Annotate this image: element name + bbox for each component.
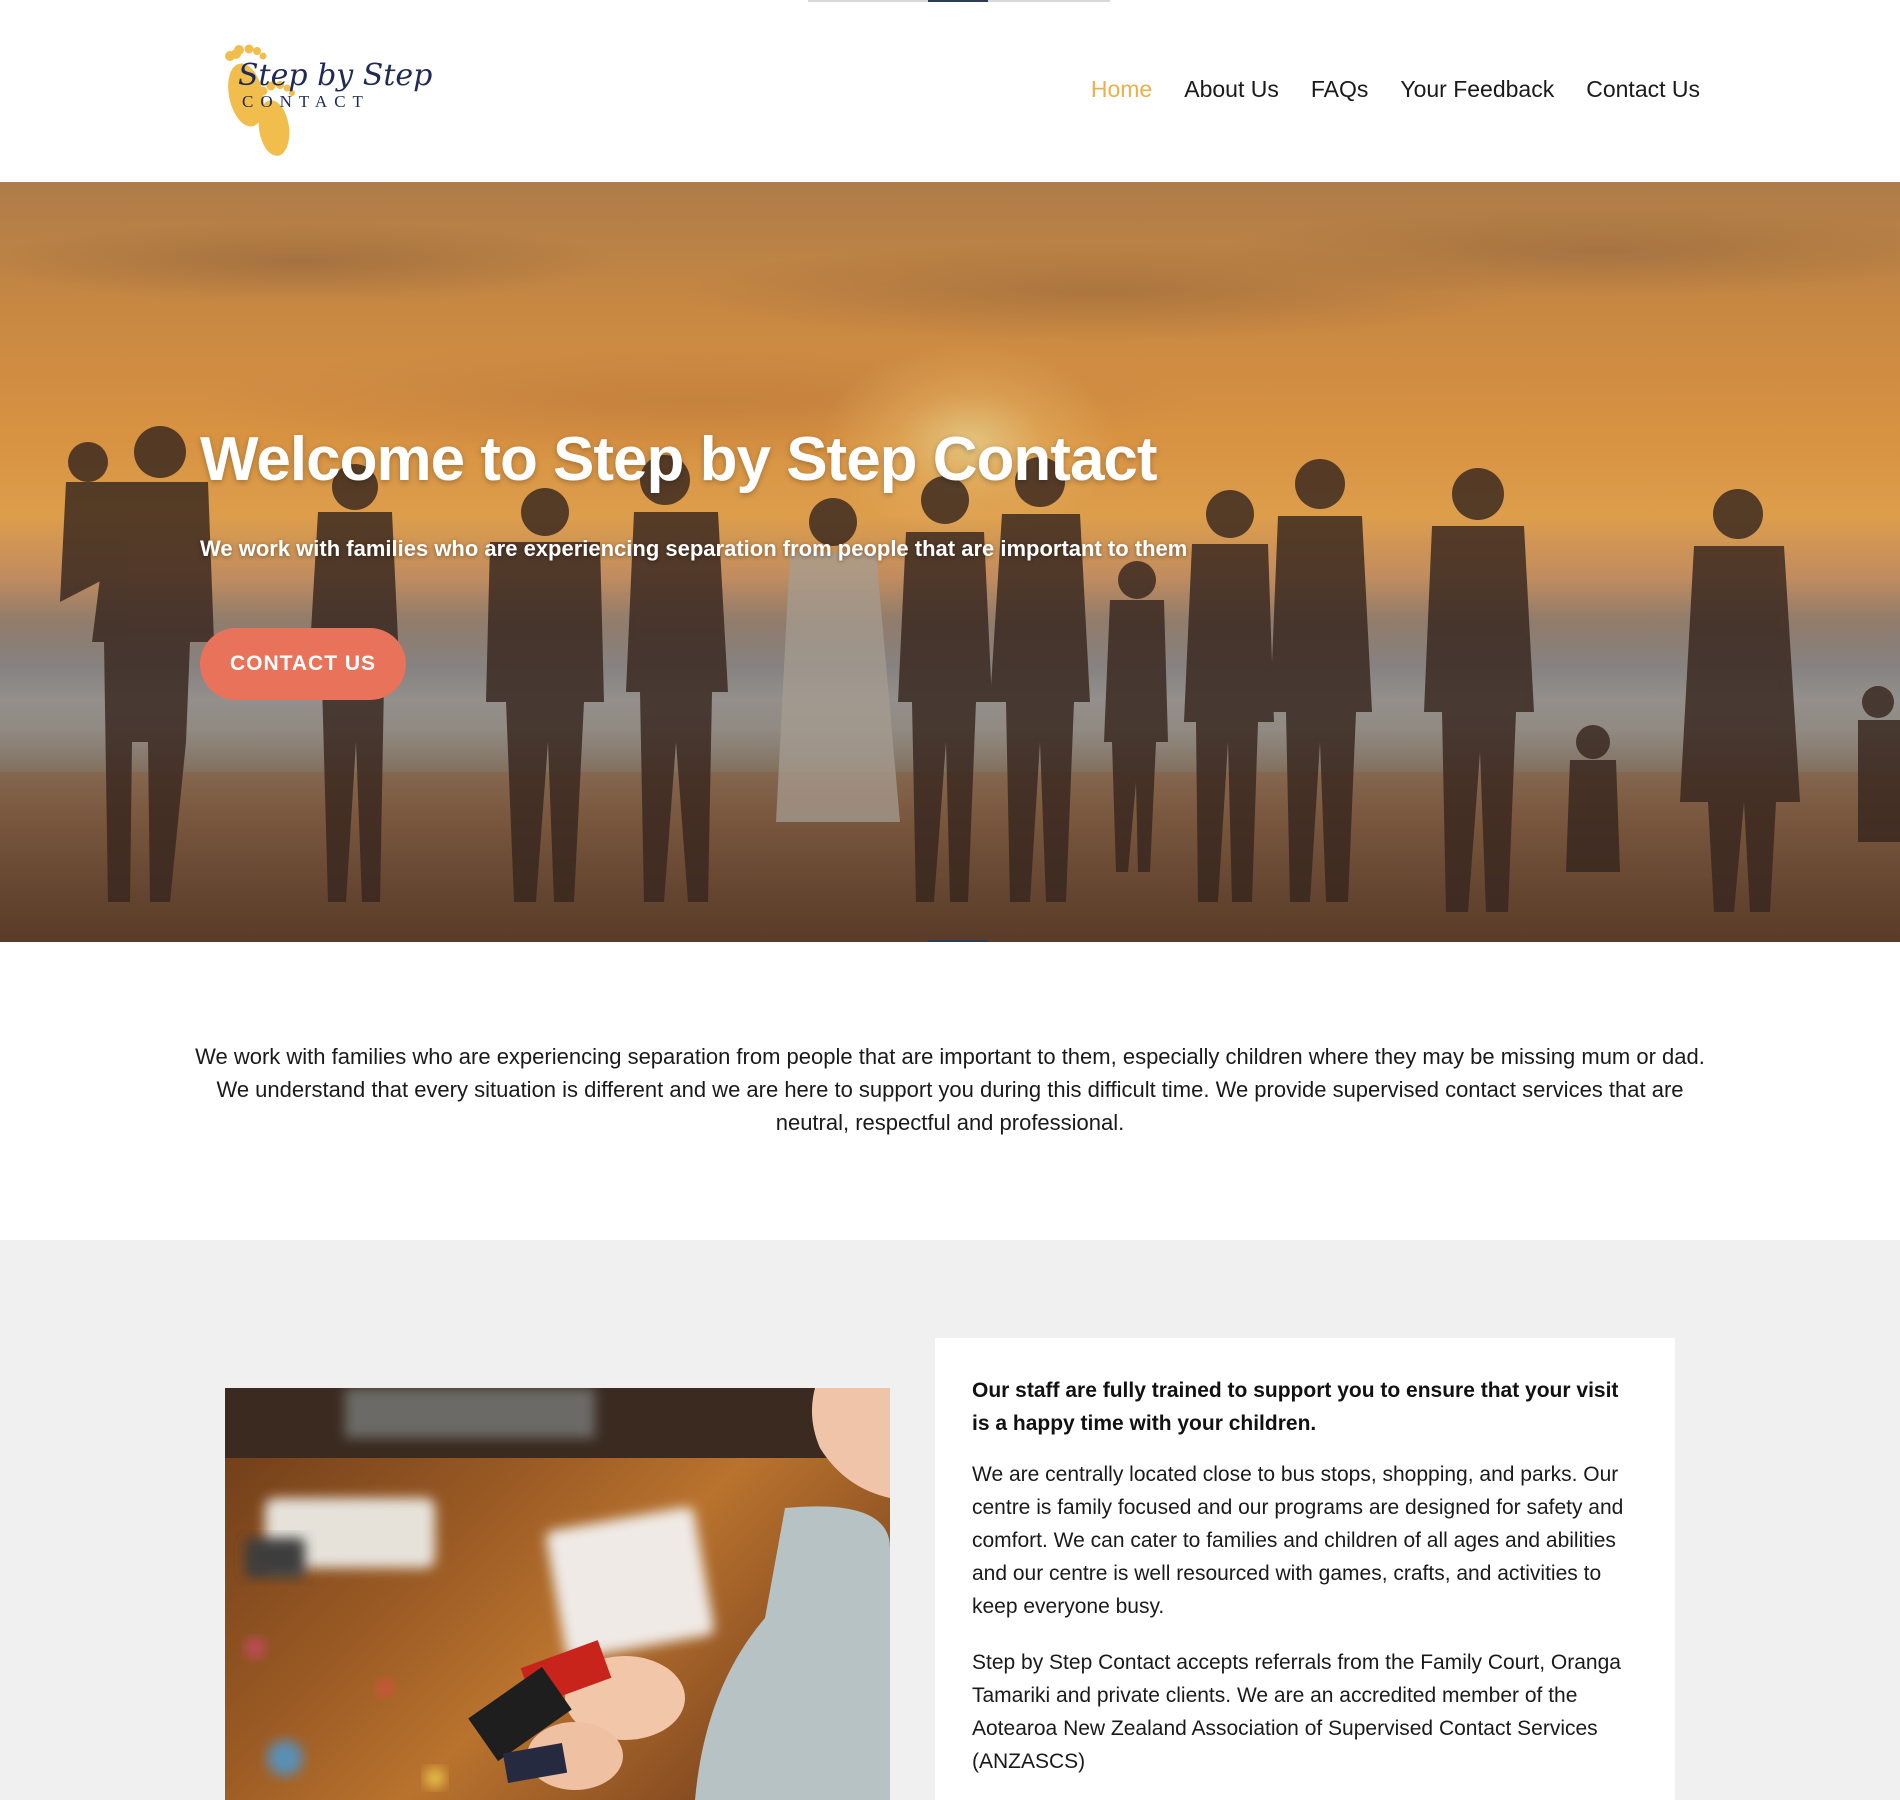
- site-logo[interactable]: Step by Step CONTACT: [206, 20, 432, 160]
- main-navigation: Home About Us FAQs Your Feedback Contact…: [1091, 76, 1700, 103]
- info-lead-text: Our staff are fully trained to support y…: [972, 1379, 1619, 1435]
- nav-item-about-us[interactable]: About Us: [1184, 76, 1279, 103]
- nav-item-contact-us[interactable]: Contact Us: [1586, 76, 1700, 103]
- contact-us-button[interactable]: CONTACT US: [200, 628, 406, 700]
- child-playing-with-blocks-image: [225, 1388, 890, 1800]
- site-header: Step by Step CONTACT Home About Us FAQs …: [0, 0, 1900, 182]
- info-paragraph-referrals: Step by Step Contact accepts referrals f…: [972, 1651, 1621, 1773]
- logo-subtitle-text: CONTACT: [242, 92, 370, 111]
- nav-item-your-feedback[interactable]: Your Feedback: [1400, 76, 1554, 103]
- top-scroll-indicator-accent: [928, 0, 988, 2]
- intro-section: We work with families who are experienci…: [0, 942, 1900, 1240]
- hero-banner: Welcome to Step by Step Contact We work …: [0, 182, 1900, 942]
- intro-text: We work with families who are experienci…: [195, 1044, 1705, 1135]
- hero-overlay: [0, 182, 1900, 942]
- nav-item-home[interactable]: Home: [1091, 76, 1152, 103]
- info-paragraph-location: We are centrally located close to bus st…: [972, 1463, 1624, 1618]
- info-card: Our staff are fully trained to support y…: [935, 1338, 1675, 1800]
- logo-script-text: Step by Step: [238, 58, 433, 93]
- info-section: Our staff are fully trained to support y…: [0, 1240, 1900, 1800]
- hero-subtitle: We work with families who are experienci…: [200, 536, 1188, 561]
- hero-title: Welcome to Step by Step Contact: [200, 425, 1158, 494]
- nav-item-faqs[interactable]: FAQs: [1311, 76, 1369, 103]
- child-playing-photo: [225, 1388, 890, 1800]
